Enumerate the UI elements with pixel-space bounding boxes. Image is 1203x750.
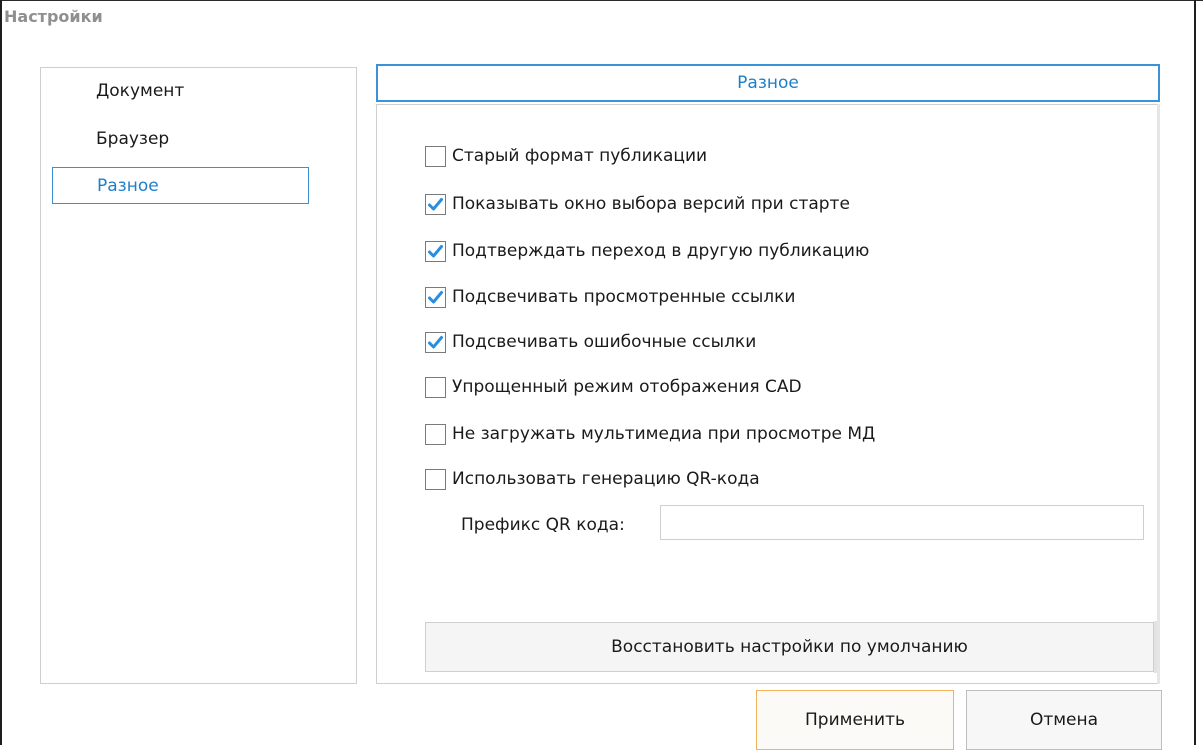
window-border	[0, 0, 1203, 1]
option-old-publication-format[interactable]: Старый формат публикации	[425, 143, 707, 169]
checkmark-icon	[428, 244, 443, 257]
qr-prefix-input[interactable]	[660, 505, 1144, 540]
option-label: Показывать окно выбора версий при старте	[452, 194, 850, 214]
checkbox[interactable]	[425, 286, 446, 308]
window-border	[0, 0, 2, 745]
option-simplified-cad-mode[interactable]: Упрощенный режим отображения CAD	[425, 374, 802, 400]
option-label: Упрощенный режим отображения CAD	[452, 377, 802, 397]
option-show-version-dialog[interactable]: Показывать окно выбора версий при старте	[425, 191, 850, 217]
apply-button[interactable]: Применить	[756, 690, 954, 750]
checkbox[interactable]	[425, 423, 446, 445]
panel-edge	[1154, 621, 1157, 673]
sidebar-item-browser[interactable]: Браузер	[52, 121, 309, 158]
option-confirm-publication-switch[interactable]: Подтверждать переход в другую публикацию	[425, 238, 869, 264]
checkbox[interactable]	[425, 240, 446, 262]
cancel-button[interactable]: Отмена	[966, 690, 1162, 750]
sidebar-item-label: Разное	[97, 176, 159, 196]
option-qr-generation[interactable]: Использовать генерацию QR-кода	[425, 466, 760, 492]
option-label: Старый формат публикации	[452, 146, 708, 166]
checkbox[interactable]	[425, 193, 446, 215]
checkbox[interactable]	[425, 145, 446, 167]
window-title: Настройки	[4, 7, 103, 26]
option-highlight-broken-links[interactable]: Подсвечивать ошибочные ссылки	[425, 329, 756, 355]
checkbox[interactable]	[425, 331, 446, 353]
sidebar-item-document[interactable]: Документ	[52, 73, 309, 110]
option-label: Не загружать мультимедиа при просмотре М…	[452, 424, 876, 444]
option-label: Подтверждать переход в другую публикацию	[452, 241, 870, 261]
option-highlight-visited-links[interactable]: Подсвечивать просмотренные ссылки	[425, 284, 795, 310]
checkbox[interactable]	[425, 376, 446, 398]
checkmark-icon	[428, 335, 443, 348]
section-title: Разное	[376, 64, 1160, 102]
option-label: Подсвечивать ошибочные ссылки	[452, 332, 757, 352]
option-no-multimedia[interactable]: Не загружать мультимедиа при просмотре М…	[425, 421, 875, 447]
settings-category-panel	[40, 67, 357, 684]
panel-edge	[1157, 104, 1160, 684]
option-label: Использовать генерацию QR-кода	[452, 469, 760, 489]
sidebar-item-label: Документ	[96, 81, 185, 101]
sidebar-item-label: Браузер	[96, 129, 170, 149]
checkbox[interactable]	[425, 468, 446, 490]
checkmark-icon	[428, 290, 443, 303]
restore-defaults-label: Восстановить настройки по умолчанию	[611, 637, 968, 657]
qr-prefix-label: Префикс QR кода:	[461, 515, 625, 535]
restore-defaults-button[interactable]: Восстановить настройки по умолчанию	[425, 621, 1157, 673]
sidebar-item-misc[interactable]: Разное	[52, 167, 309, 204]
option-label: Подсвечивать просмотренные ссылки	[452, 287, 796, 307]
checkmark-icon	[428, 197, 443, 210]
window-border	[1194, 0, 1196, 745]
